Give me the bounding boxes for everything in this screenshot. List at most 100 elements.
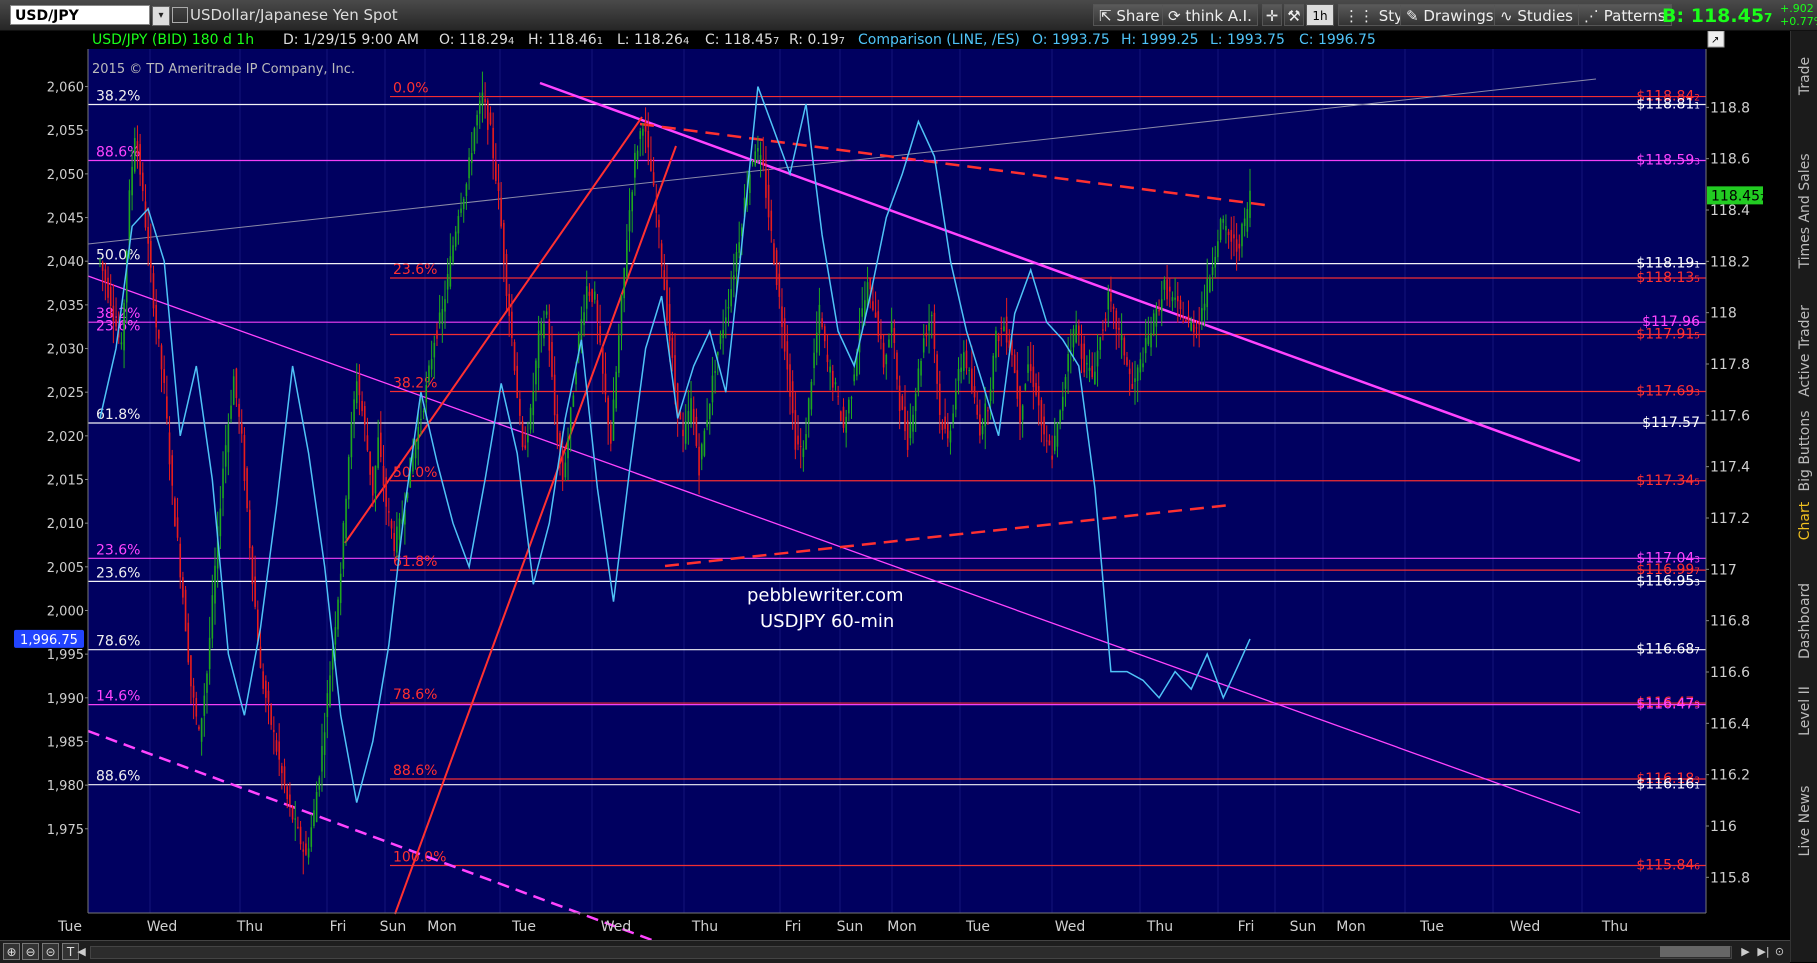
sidebar-tab[interactable]: Dashboard (1791, 576, 1817, 666)
sidebar-tab[interactable]: Level II (1791, 671, 1817, 751)
chart-area[interactable]: $118.842 $118.811 $118.593 $118.191 $118.135… (0, 31, 1790, 940)
candle-body (607, 397, 609, 425)
sidebar-tab[interactable]: Trade (1791, 51, 1817, 101)
sidebar-tab[interactable]: Big Buttons (1791, 410, 1817, 491)
candle-body (805, 434, 807, 450)
candle-body (246, 468, 248, 509)
price-chart[interactable]: $118.842$118.811$118.593$118.191$118.135… (0, 31, 1790, 940)
candle-body (527, 435, 529, 443)
candle-body (545, 311, 548, 315)
candle-body (1078, 325, 1080, 336)
candle-body (960, 367, 962, 372)
x-tick-label: Wed (147, 919, 178, 935)
right-tick-label: 118.8 (1710, 100, 1750, 116)
price-level-fraction: 7 (1694, 647, 1700, 657)
candle-body (203, 695, 206, 716)
think-ai-button[interactable]: ⟳ think A.I. (1162, 4, 1258, 26)
header-open-value: O: 118.29 (439, 32, 508, 48)
candle-body (115, 319, 117, 327)
candle-body (307, 848, 310, 858)
sidebar-tab[interactable]: Times And Sales (1791, 131, 1817, 291)
candle-body (511, 311, 513, 339)
share-button[interactable]: ⇱ Share (1093, 4, 1166, 26)
candle-body (500, 197, 502, 227)
candle-body (1134, 378, 1136, 383)
candle-body (1126, 357, 1128, 366)
candle-body (1021, 405, 1024, 420)
zoom-out-icon[interactable]: ⊖ (22, 943, 39, 960)
left-tick-label: 1,980 (47, 779, 84, 794)
candle-body (829, 366, 831, 373)
candle-body (1222, 218, 1225, 223)
copyright-text: 2015 © TD Ameritrade IP Company, Inc. (92, 62, 355, 77)
candle-body (1005, 316, 1008, 343)
candle-body (968, 370, 970, 372)
candle-body (112, 305, 115, 321)
left-tick-label: 2,060 (47, 81, 84, 96)
bottom-toolbar: ⊕ ⊖ ⊝ T ◀ ▶ ▶| ⊙ (0, 940, 1790, 963)
candle-body (497, 182, 500, 191)
candle-body (187, 622, 190, 663)
candle-body (647, 130, 650, 148)
scroll-end-icon[interactable]: ▶| (1756, 944, 1771, 959)
candle-body (880, 335, 882, 340)
candle-body (163, 369, 165, 383)
scrollbar-thumb[interactable] (1660, 946, 1730, 957)
zoom-in-icon[interactable]: ⊕ (3, 943, 20, 960)
sidebar-tab[interactable]: Live News (1791, 761, 1817, 881)
header-high: H: 118.461 (528, 32, 603, 48)
left-tick-label: 2,055 (47, 124, 84, 139)
candle-body (692, 408, 695, 423)
symbol-input[interactable]: USD/JPY (10, 5, 150, 25)
candle-body (588, 291, 591, 296)
candle-body (441, 309, 444, 325)
candle-body (198, 726, 200, 730)
candle-body (470, 153, 473, 164)
price-level-label: $116.473 (1636, 697, 1700, 713)
price-level-fraction: 1 (1694, 782, 1700, 792)
candle-body (457, 215, 460, 234)
time-scrollbar[interactable] (90, 946, 1732, 959)
fib-level-label: 88.6% (393, 763, 437, 779)
candle-body (278, 741, 280, 760)
sidebar-tab[interactable]: Active Trader (1791, 296, 1817, 406)
candle-body (1075, 324, 1077, 343)
wrench-button[interactable]: ⚒ (1284, 4, 1304, 26)
timeframe-button[interactable]: 1h (1306, 4, 1334, 26)
fib-level-label: 38.2% (96, 89, 140, 105)
candle-body (759, 155, 762, 160)
scroll-right-icon[interactable]: ▶ (1738, 944, 1753, 959)
annotation-title: USDJPY 60-min (760, 611, 894, 632)
candle-body (1206, 278, 1209, 308)
candle-body (628, 210, 631, 232)
candle-body (492, 127, 494, 159)
candle-body (1091, 365, 1094, 378)
chevron-down-icon[interactable]: ▾ (152, 6, 170, 26)
drawings-button[interactable]: ✎ Drawings (1400, 4, 1500, 26)
candle-body (652, 172, 655, 186)
right-current-fraction: 7 (1760, 193, 1766, 203)
header-high-value: H: 118.46 (528, 32, 597, 48)
studies-button[interactable]: ∿ Studies (1494, 4, 1580, 26)
crosshair-tool-button[interactable]: ✛ (1262, 4, 1282, 26)
candle-body (101, 262, 104, 271)
candle-body (987, 410, 989, 412)
link-icon[interactable] (172, 7, 188, 23)
candle-body (917, 368, 920, 392)
candle-body (302, 849, 305, 852)
left-tick-label: 2,050 (47, 168, 84, 183)
candle-body (583, 312, 585, 326)
candle-body (182, 577, 184, 598)
price-level-label: $117.345 (1636, 473, 1700, 489)
candle-body (347, 456, 350, 500)
zoom-reset-icon[interactable]: ⊝ (42, 943, 59, 960)
zoom-fit-icon[interactable]: ⊙ (1772, 944, 1787, 959)
patterns-button[interactable]: ⋰ Patterns (1578, 4, 1672, 26)
sidebar-tab[interactable]: Chart (1791, 491, 1817, 551)
candle-body (417, 427, 420, 450)
candle-body (363, 406, 366, 425)
candle-body (1147, 336, 1150, 345)
scroll-left-icon[interactable]: ◀ (74, 944, 89, 959)
candle-body (1198, 322, 1200, 325)
candle-body (388, 511, 390, 513)
